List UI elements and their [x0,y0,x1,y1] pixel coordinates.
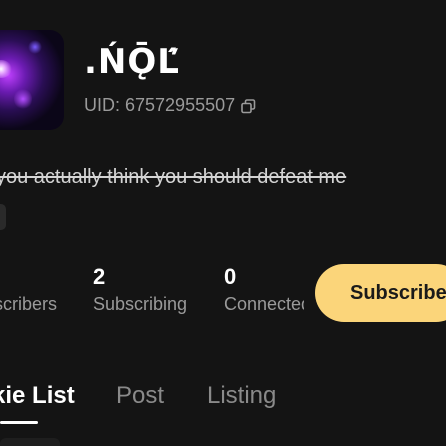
copy-icon[interactable] [241,98,256,114]
tab-cookie-list[interactable]: kie List [0,382,75,410]
subscribing-count[interactable]: 2 [93,264,105,290]
content-card-edge [0,438,60,446]
tab-post[interactable]: Post [116,382,164,410]
uid-row: UID: 67572955507 [84,95,256,116]
active-tab-indicator [0,421,38,424]
subscribers-label[interactable]: scribers [0,294,57,315]
connected-label[interactable]: Connected [224,294,304,315]
username: .ŃǬĽ́ [84,42,180,82]
tag-chip[interactable] [0,204,6,230]
avatar-glow [14,88,32,110]
bio-text: you actually think you should defeat me [0,166,347,188]
subscribe-button-label: Subscribe [350,281,446,304]
uid-text: UID: 67572955507 [84,95,236,115]
avatar-glow [28,40,42,54]
subscribing-label[interactable]: Subscribing [93,294,187,315]
connected-count[interactable]: 0 [224,264,236,290]
tab-listing[interactable]: Listing [207,382,276,410]
avatar[interactable] [0,30,64,130]
subscribe-button[interactable]: Subscribe [315,264,446,322]
avatar-glow [0,60,12,78]
